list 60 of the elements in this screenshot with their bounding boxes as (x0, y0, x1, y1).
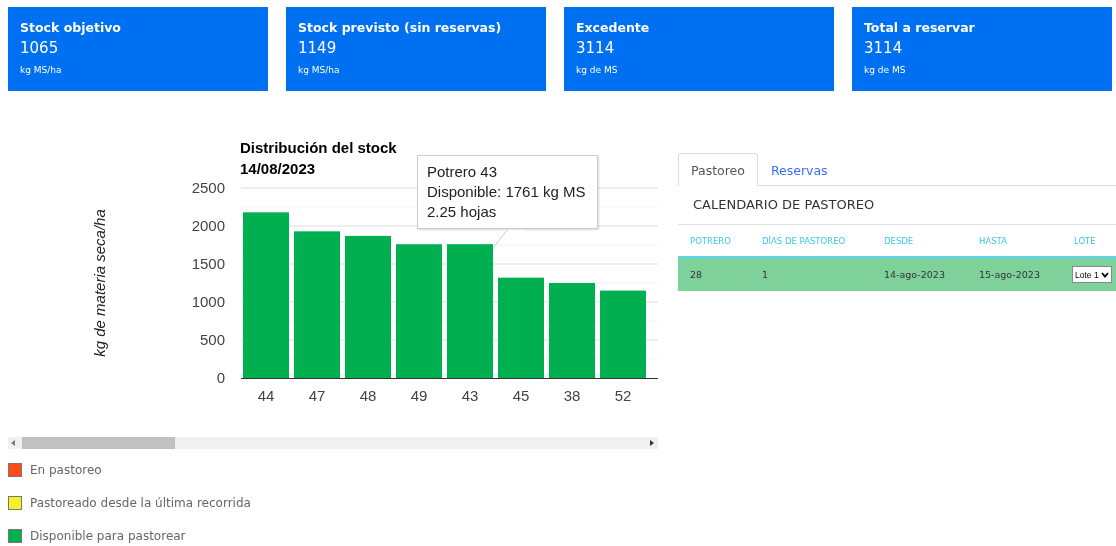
y-tick-label: 1500 (191, 255, 225, 272)
y-tick-label: 2500 (191, 179, 225, 196)
bar[interactable] (294, 231, 340, 378)
chart-title: Distribución del stock (240, 140, 397, 156)
y-tick-label: 2000 (191, 217, 225, 234)
legend-label: En pastoreo (30, 462, 102, 477)
y-tick-label: 500 (199, 331, 225, 348)
tooltip-pointer (492, 228, 528, 249)
scroll-right-icon[interactable] (650, 440, 655, 446)
table-cell-text: 1 (762, 269, 770, 280)
card-value: 1149 (298, 39, 337, 57)
card-value: 3114 (576, 39, 615, 57)
x-tick-label: 52 (614, 387, 632, 404)
tab[interactable]: Reservas (757, 153, 841, 186)
legend-label: Disponible para pastorear (30, 528, 186, 543)
bar[interactable] (549, 283, 595, 378)
vertical-label: kg de materia seca/ha (91, 209, 108, 357)
scrollbar[interactable] (8, 437, 658, 449)
x-tick-label: 44 (257, 387, 275, 404)
bar[interactable] (345, 235, 391, 378)
section-title: CALENDARIO DE PASTOREO (678, 186, 1116, 225)
bar[interactable] (243, 212, 289, 378)
legend-label: Pastoreado desde la última recorrida (30, 495, 251, 510)
table-row[interactable]: 28 1 14-ago-2023 15-ago-2023 Lote 1 (678, 256, 1116, 291)
tooltip: Potrero 43 Disponible: 1761 kg MS 2.25 hojas (417, 155, 598, 229)
x-tick-label: 38 (563, 387, 581, 404)
bar[interactable] (396, 244, 442, 378)
column-header: LOTE (1074, 235, 1097, 246)
table-cell-text: 28 (690, 269, 704, 280)
caret-icon (1100, 271, 1109, 278)
chart-subtitle: 14/08/2023 (240, 160, 316, 177)
bar[interactable] (600, 290, 646, 378)
column-header: DÍAS DE PASTOREO (762, 235, 847, 246)
column-header: HASTA (979, 235, 1008, 246)
tab[interactable]: Pastoreo (678, 153, 758, 186)
card-value: 1065 (20, 39, 59, 57)
lote-select[interactable]: Lote 1 (1072, 266, 1112, 283)
card-title: Stock objetivo (20, 20, 121, 35)
card-unit: kg de MS (576, 65, 618, 75)
bar[interactable] (447, 244, 493, 378)
y-tick-label: 1000 (191, 293, 225, 310)
x-tick-label: 48 (359, 387, 377, 404)
column-header: DESDE (884, 235, 915, 246)
scroll-left-icon[interactable] (11, 440, 16, 446)
card-title: Total a reservar (864, 20, 975, 35)
bar[interactable] (498, 277, 544, 378)
card-unit: kg MS/ha (298, 65, 340, 75)
card-value: 3114 (864, 39, 903, 57)
column-header: POTRERO (690, 235, 732, 246)
card-title: Excedente (576, 20, 650, 35)
x-tick-label: 47 (308, 387, 326, 404)
table-cell-text: 14-ago-2023 (884, 269, 946, 280)
x-tick-label: 43 (461, 387, 479, 404)
y-tick-label: 0 (216, 369, 225, 386)
x-tick-label: 45 (512, 387, 530, 404)
x-tick-label: 49 (410, 387, 428, 404)
card-unit: kg MS/ha (20, 65, 62, 75)
card-unit: kg de MS (864, 65, 906, 75)
table-cell-text: 15-ago-2023 (979, 269, 1041, 280)
card-title: Stock previsto (sin reservas) (298, 20, 502, 35)
